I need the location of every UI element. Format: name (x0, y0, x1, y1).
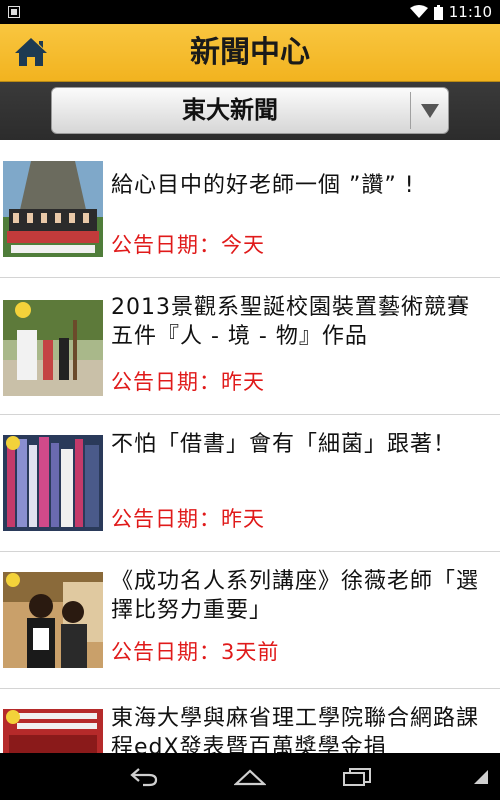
news-thumbnail (3, 161, 103, 257)
battery-icon (433, 4, 443, 20)
home-button[interactable] (10, 32, 52, 72)
news-item[interactable]: 2013景觀系聖誕校園裝置藝術競賽 五件『人 - 境 - 物』作品 公告日期：昨… (0, 278, 500, 415)
news-thumbnail (3, 435, 103, 531)
home-icon (15, 38, 47, 66)
status-time: 11:10 (448, 3, 492, 21)
category-bar: 東大新聞 (0, 82, 500, 140)
back-icon (130, 768, 158, 787)
nav-home-button[interactable] (228, 762, 272, 792)
news-title: 給心目中的好老師一個 ”讚” ! (111, 173, 415, 198)
news-date: 公告日期：今天 (111, 233, 265, 257)
category-selected-label: 東大新聞 (182, 96, 278, 124)
news-item[interactable]: 《成功名人系列講座》徐薇老師「選擇比努力重要」 公告日期：3天前 (0, 552, 500, 689)
news-item[interactable]: 給心目中的好老師一個 ”讚” ! 公告日期：今天 (0, 141, 500, 278)
news-thumbnail (3, 572, 103, 668)
news-date: 公告日期：3天前 (111, 640, 280, 664)
news-title: 東海大學與麻省理工學院聯合網路課程edX發表暨百萬獎學金捐 (111, 706, 480, 753)
news-title: 《成功名人系列講座》徐薇老師「選擇比努力重要」 (111, 569, 480, 623)
menu-corner-icon (474, 769, 488, 784)
news-date: 公告日期：昨天 (111, 507, 265, 531)
news-thumbnail (3, 300, 103, 396)
news-title: 不怕「借書」會有「細菌」跟著！ (111, 432, 457, 457)
triangle-down-icon (421, 104, 439, 118)
back-button[interactable] (122, 762, 166, 792)
recents-button[interactable] (335, 762, 379, 792)
notification-icon (8, 6, 20, 18)
news-item[interactable]: 東海大學與麻省理工學院聯合網路課程edX發表暨百萬獎學金捐 (0, 689, 500, 753)
navigation-bar (0, 753, 500, 800)
news-list: 給心目中的好老師一個 ”讚” ! 公告日期：今天 2013景觀系聖誕校園裝置藝術… (0, 141, 500, 753)
news-thumbnail (3, 709, 103, 753)
news-date: 公告日期：昨天 (111, 370, 265, 394)
wifi-icon (409, 5, 428, 19)
status-bar: 11:10 (0, 0, 500, 24)
news-item[interactable]: 不怕「借書」會有「細菌」跟著！ 公告日期：昨天 (0, 415, 500, 552)
nav-home-icon (234, 769, 266, 786)
news-title: 2013景觀系聖誕校園裝置藝術競賽 五件『人 - 境 - 物』作品 (111, 295, 470, 349)
page-title: 新聞中心 (190, 35, 310, 70)
app-header: 新聞中心 (0, 24, 500, 82)
dropdown-divider (410, 92, 411, 129)
status-icons: 11:10 (409, 0, 492, 24)
recents-icon (343, 768, 371, 786)
category-dropdown[interactable]: 東大新聞 (51, 87, 449, 134)
